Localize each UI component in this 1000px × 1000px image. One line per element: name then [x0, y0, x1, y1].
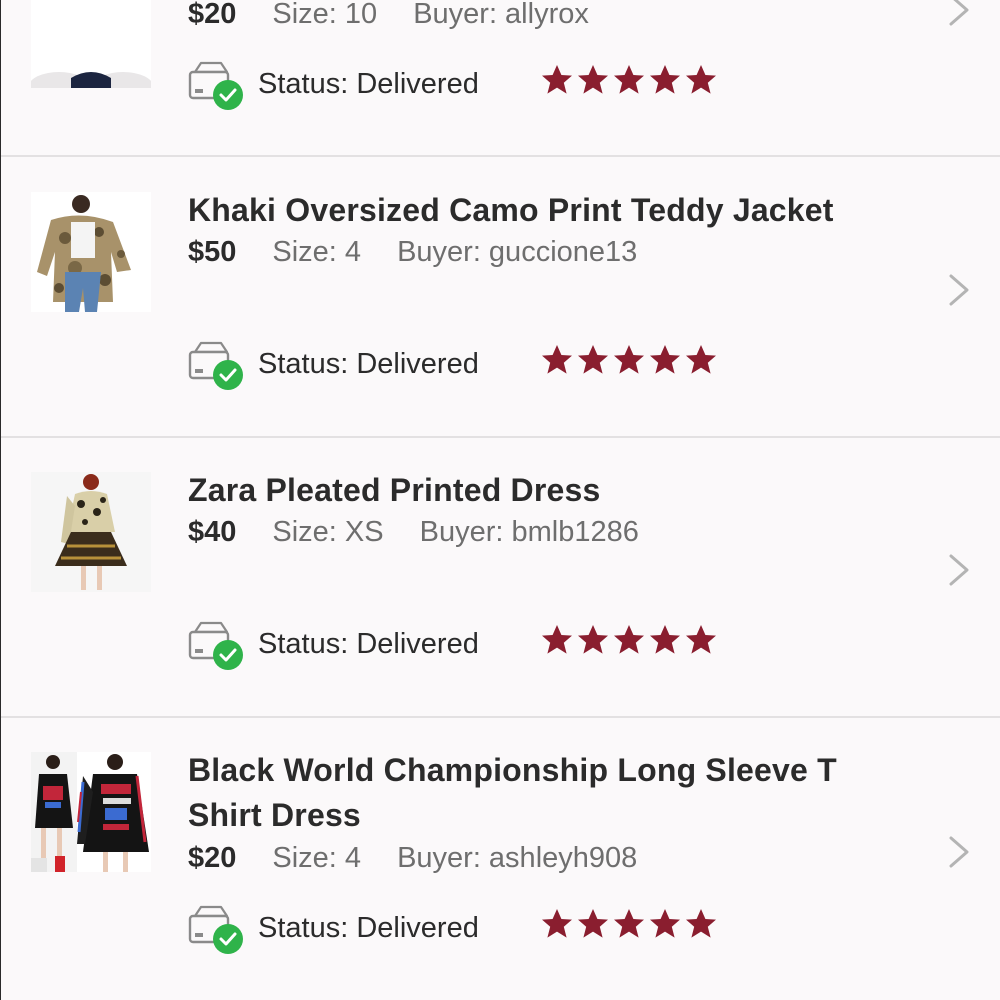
item-size: Size: 4: [272, 236, 362, 268]
status-text: Status: Delivered: [258, 344, 479, 384]
item-price: $50: [188, 236, 237, 268]
list-item[interactable]: Zara Pleated Printed Dress $40 Size: XS Bu…: [1, 438, 1000, 718]
delivery-status: Status: Delivered: [187, 904, 727, 954]
rating-stars: [541, 624, 721, 660]
list-item[interactable]: Black World Championship Long Sleeve T S…: [1, 718, 1000, 1000]
rating-stars: [541, 908, 721, 944]
status-value: Delivered: [356, 348, 479, 380]
star-icon: [686, 909, 716, 938]
item-buyer: Buyer: bmlb1286: [419, 516, 639, 548]
star-icon: [650, 625, 680, 654]
status-value: Delivered: [356, 68, 479, 100]
item-buyer: Buyer: guccione13: [397, 236, 638, 268]
star-icon: [614, 65, 644, 94]
rating-stars: [541, 64, 721, 100]
item-title: Khaki Oversized Camo Print Teddy Jacket: [188, 192, 834, 228]
delivered-package-icon: [188, 61, 243, 110]
item-buyer: Buyer: ashleyh908: [397, 842, 638, 874]
item-thumbnail: [31, 192, 151, 312]
delivery-status: Status: Delivered: [187, 620, 727, 670]
status-label: Status:: [258, 68, 349, 100]
star-icon: [542, 345, 572, 374]
item-size: Size: XS: [272, 516, 384, 548]
delivery-status: Status: Delivered: [187, 340, 727, 390]
item-size: Size: 10: [272, 0, 378, 30]
item-thumbnail: [31, 0, 151, 88]
delivered-package-icon: [188, 341, 243, 390]
star-icon: [686, 345, 716, 374]
status-value: Delivered: [356, 912, 479, 944]
chevron-right-icon[interactable]: [945, 832, 975, 872]
item-buyer: Buyer: allyrox: [413, 0, 589, 30]
chevron-right-icon[interactable]: [945, 270, 975, 310]
item-price: $20: [188, 0, 237, 30]
star-icon: [650, 345, 680, 374]
item-meta: $50 Size: 4 Buyer: guccione13: [188, 232, 637, 272]
star-icon: [686, 625, 716, 654]
item-thumbnail: [31, 752, 151, 872]
status-label: Status:: [258, 912, 349, 944]
status-label: Status:: [258, 348, 349, 380]
star-icon: [614, 909, 644, 938]
item-title: Zara Pleated Printed Dress: [188, 472, 601, 508]
star-icon: [578, 65, 608, 94]
list-item[interactable]: $20 Size: 10 Buyer: allyrox Status: Delive…: [1, 0, 1000, 157]
item-meta: $20 Size: 10 Buyer: allyrox: [188, 0, 589, 34]
star-icon: [650, 909, 680, 938]
star-icon: [578, 625, 608, 654]
delivered-package-icon: [188, 621, 243, 670]
item-meta: $40 Size: XS Buyer: bmlb1286: [188, 512, 639, 552]
status-text: Status: Delivered: [258, 908, 479, 948]
star-icon: [650, 65, 680, 94]
rating-stars: [541, 344, 721, 380]
sold-items-screen: { "colors": { "star": "#8a1e2f", "check"…: [0, 0, 1000, 1000]
delivered-package-icon: [188, 905, 243, 954]
item-size: Size: 4: [272, 842, 362, 874]
star-icon: [578, 345, 608, 374]
chevron-right-icon[interactable]: [945, 0, 975, 30]
status-value: Delivered: [356, 628, 479, 660]
star-icon: [542, 65, 572, 94]
item-title: Black World Championship Long Sleeve T S…: [188, 752, 837, 833]
item-price: $20: [188, 842, 237, 874]
status-text: Status: Delivered: [258, 64, 479, 104]
star-icon: [614, 625, 644, 654]
item-meta: $20 Size: 4 Buyer: ashleyh908: [188, 838, 637, 878]
star-icon: [542, 909, 572, 938]
item-price: $40: [188, 516, 237, 548]
star-icon: [686, 65, 716, 94]
star-icon: [578, 909, 608, 938]
star-icon: [614, 345, 644, 374]
status-text: Status: Delivered: [258, 624, 479, 664]
list-item[interactable]: Khaki Oversized Camo Print Teddy Jacket …: [1, 158, 1000, 438]
status-label: Status:: [258, 628, 349, 660]
delivery-status: Status: Delivered: [187, 60, 727, 110]
chevron-right-icon[interactable]: [945, 550, 975, 590]
sold-items-list: $20 Size: 10 Buyer: allyrox Status: Delive…: [1, 0, 1000, 1000]
item-thumbnail: [31, 472, 151, 592]
star-icon: [542, 625, 572, 654]
